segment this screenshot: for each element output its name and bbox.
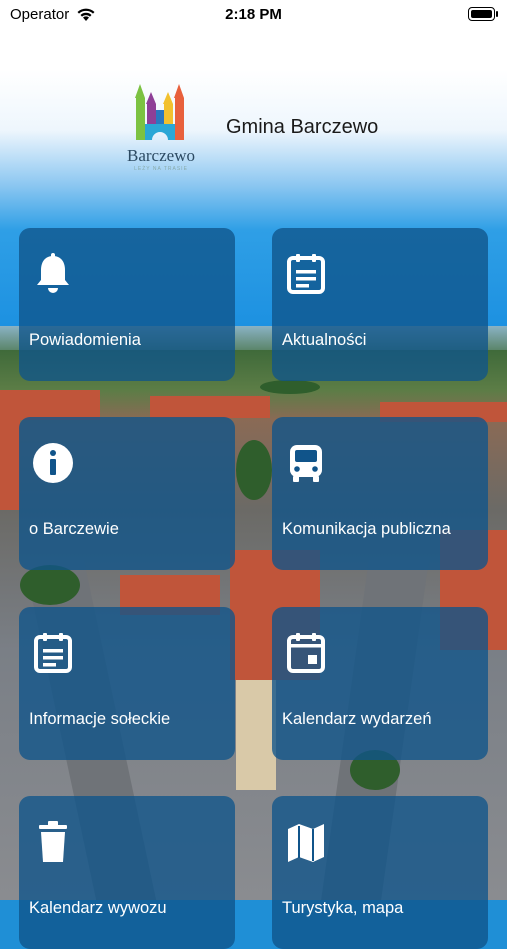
clock: 2:18 PM (225, 6, 282, 23)
tile-komunikacja-publiczna[interactable]: Komunikacja publiczna (272, 417, 488, 570)
bus-icon (290, 445, 322, 482)
tile-kalendarz-wydarzen[interactable]: Kalendarz wydarzeń (272, 607, 488, 760)
tile-label: Kalendarz wywozu (29, 899, 167, 917)
trash-icon (39, 821, 67, 862)
calendar-icon (287, 633, 325, 673)
bell-icon (37, 253, 69, 293)
map-icon (288, 824, 324, 862)
tile-label: o Barczewie (29, 520, 119, 538)
tile-label: Informacje sołeckie (29, 710, 171, 728)
document-icon (34, 633, 72, 673)
tile-label: Aktualności (282, 331, 367, 349)
tile-label: Turystyka, mapa (282, 899, 404, 917)
app-logo: Barczewo LEŻY NA TRASIE (118, 80, 204, 175)
logo-text: Barczewo (127, 146, 195, 165)
tile-aktualnosci[interactable]: Aktualności (272, 228, 488, 381)
tile-label: Powiadomienia (29, 331, 141, 349)
battery-icon (468, 7, 498, 21)
tile-label: Kalendarz wydarzeń (282, 710, 432, 728)
logo-towers-icon (135, 84, 184, 140)
status-bar: Operator 2:18 PM (0, 0, 507, 28)
tile-kalendarz-wywozu[interactable]: Kalendarz wywozu (19, 796, 235, 949)
tile-turystyka-mapa[interactable]: Turystyka, mapa (272, 796, 488, 949)
tile-label: Komunikacja publiczna (282, 520, 451, 538)
logo-subtext: LEŻY NA TRASIE (134, 166, 188, 172)
tile-powiadomienia[interactable]: Powiadomienia (19, 228, 235, 381)
tile-o-barczewie[interactable]: o Barczewie (19, 417, 235, 570)
news-icon (287, 254, 325, 294)
info-icon (33, 443, 73, 483)
page-title: Gmina Barczewo (226, 116, 379, 138)
tile-informacje-soleckie[interactable]: Informacje sołeckie (19, 607, 235, 760)
